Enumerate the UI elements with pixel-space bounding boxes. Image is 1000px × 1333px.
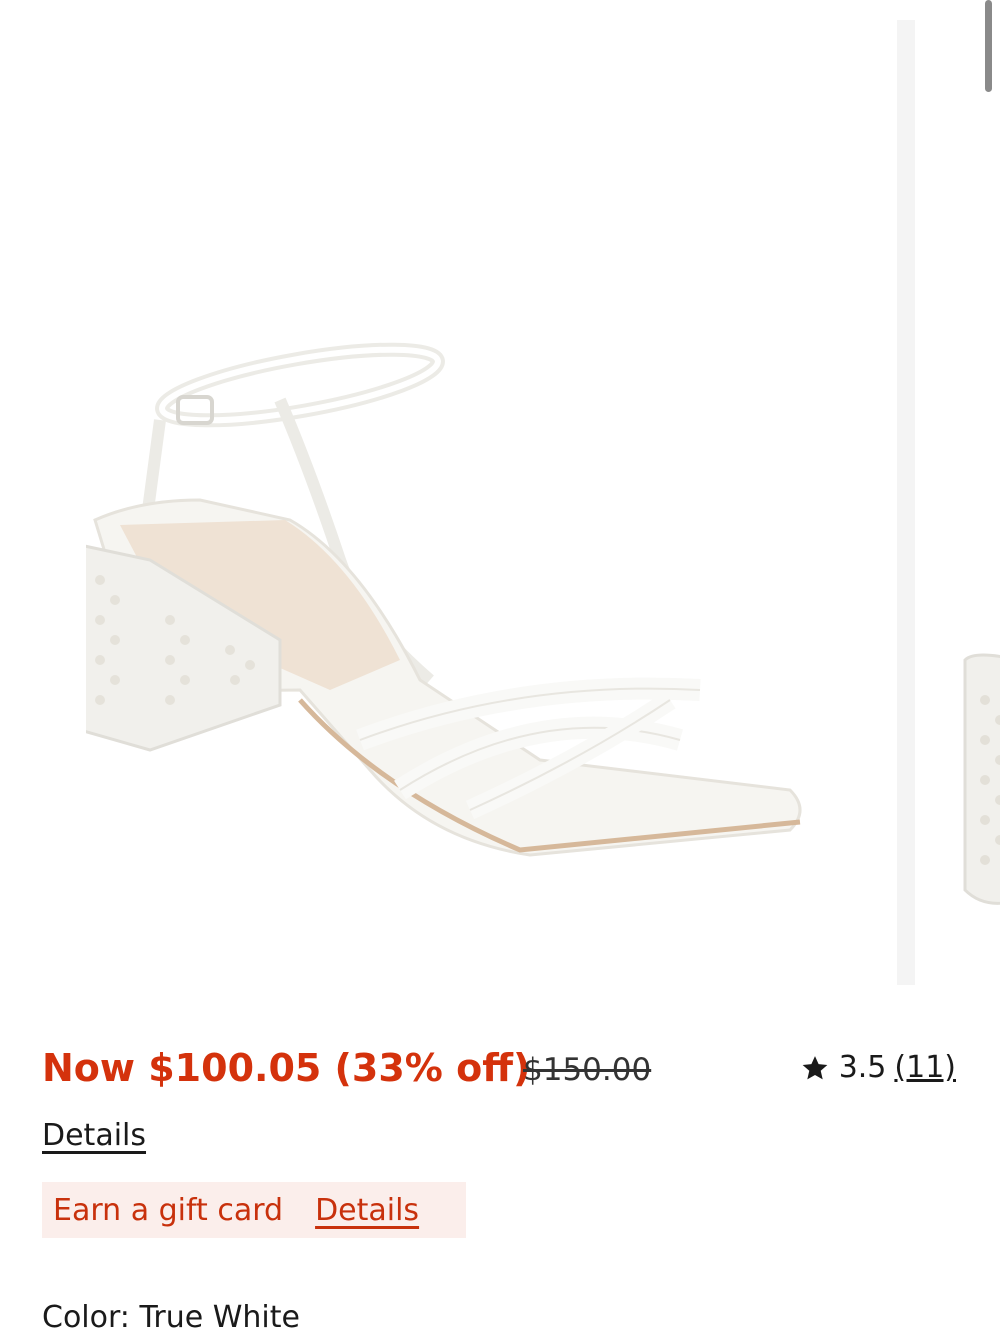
price-details-link[interactable]: Details [42,1118,146,1153]
product-image-gallery[interactable] [0,0,1000,985]
gift-card-details-link[interactable]: Details [315,1193,419,1228]
sale-price: Now $100.05 (33% off) [42,1046,531,1090]
gift-card-label: Earn a gift card [53,1192,284,1228]
sandal-heel-thumbnail [963,653,1000,905]
original-price: $150.00 [523,1052,652,1088]
star-icon [802,1055,828,1079]
product-image-main[interactable] [78,20,880,985]
sandal-illustration [78,342,802,857]
scrollbar-thumb[interactable] [985,0,992,92]
rating-value: 3.5 [838,1050,887,1085]
color-label: Color: True White [42,1300,300,1333]
gift-card-banner: Earn a gift card Details [42,1182,466,1238]
rating-summary[interactable]: 3.5 (11) [801,1050,956,1085]
product-image-next[interactable] [897,20,1000,985]
price-row: Now $100.05 (33% off) $150.00 3.5 (11) [42,1040,962,1100]
rating-count-link[interactable]: (11) [894,1050,956,1085]
